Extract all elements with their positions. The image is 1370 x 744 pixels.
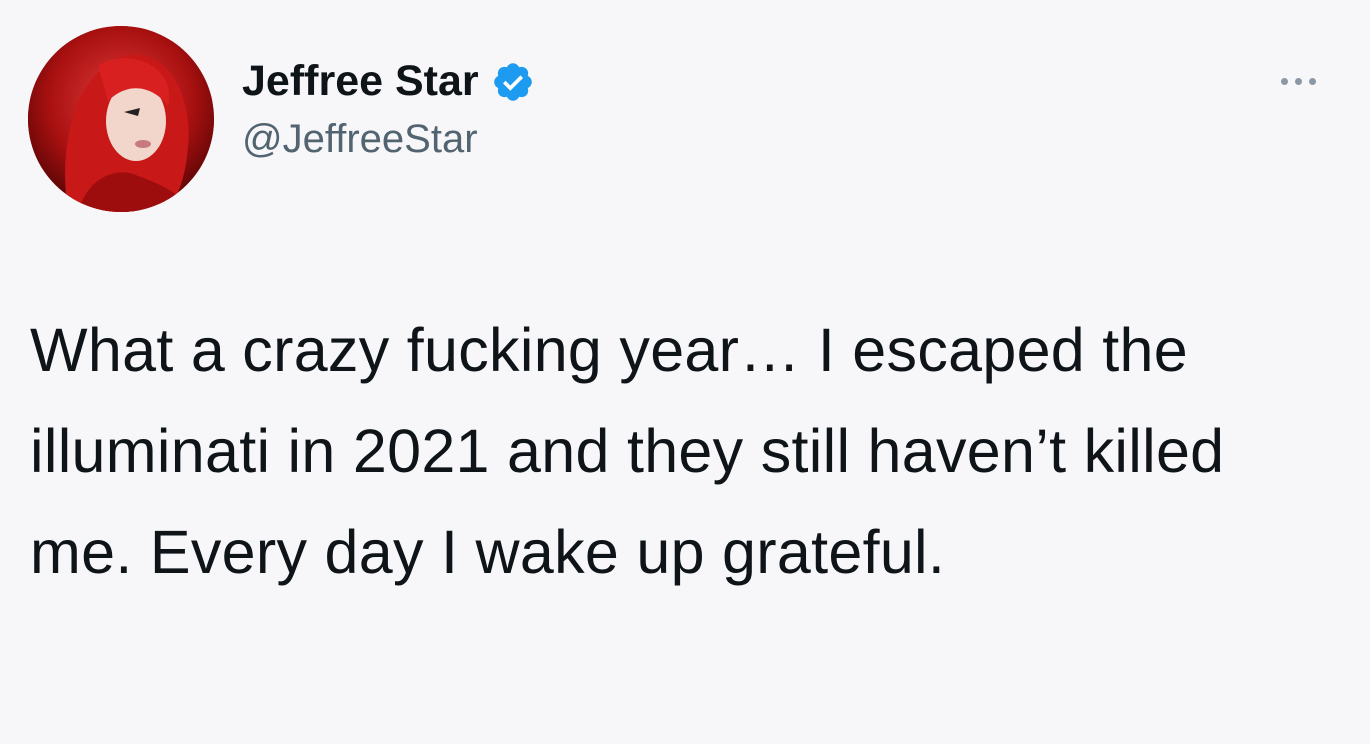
user-handle[interactable]: @JeffreeStar	[242, 117, 535, 161]
profile-avatar[interactable]	[28, 26, 214, 212]
tweet-text: What a crazy fucking year… I escaped the…	[30, 316, 1225, 586]
more-dot	[1309, 78, 1316, 85]
display-name[interactable]: Jeffree Star	[242, 57, 479, 105]
verified-badge-icon	[493, 62, 532, 101]
tweet-header: Jeffree Star @JeffreeStar	[242, 57, 535, 161]
tweet-card: Jeffree Star @JeffreeStar What a crazy f…	[0, 0, 1370, 744]
avatar-photo-image	[28, 26, 214, 212]
more-dot	[1295, 78, 1302, 85]
name-row: Jeffree Star	[242, 57, 535, 105]
more-dot	[1281, 78, 1288, 85]
more-options-icon[interactable]	[1281, 78, 1316, 85]
